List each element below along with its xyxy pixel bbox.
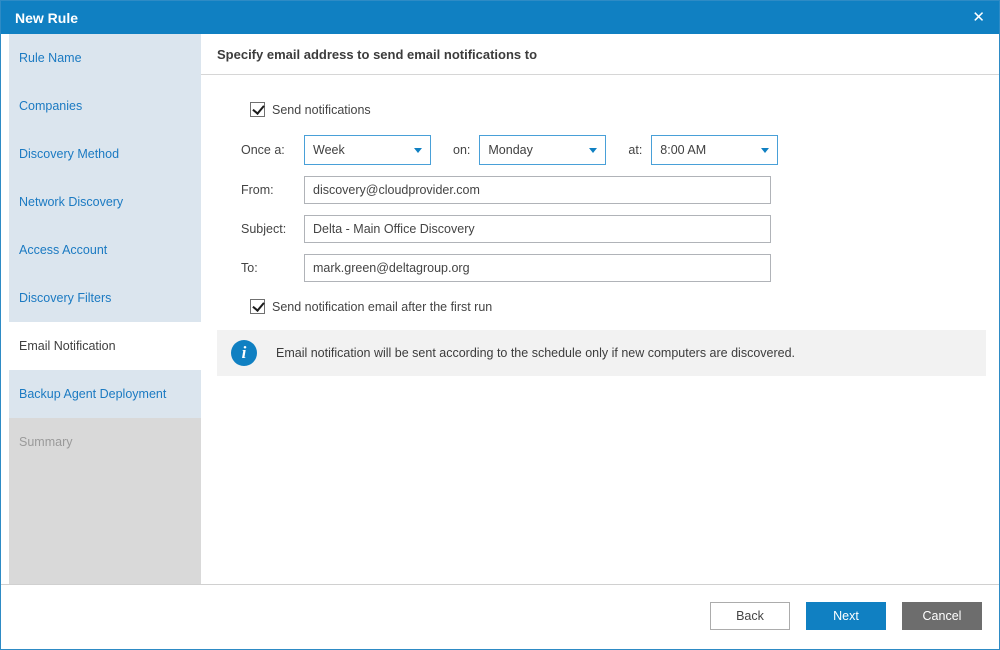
from-row: From: [241,176,983,204]
chevron-down-icon [414,148,422,153]
sidebar-item-rule-name[interactable]: Rule Name [9,34,201,82]
close-icon[interactable]: ✕ [972,10,985,25]
info-text: Email notification will be sent accordin… [276,346,795,360]
to-row: To: [241,254,983,282]
to-input[interactable] [304,254,771,282]
title-bar: New Rule ✕ [1,1,999,34]
time-value: 8:00 AM [660,143,761,157]
sidebar-item-discovery-method[interactable]: Discovery Method [9,130,201,178]
first-run-label: Send notification email after the first … [272,300,492,314]
sidebar-item-discovery-filters[interactable]: Discovery Filters [9,274,201,322]
chevron-down-icon [761,148,769,153]
on-label: on: [453,143,470,157]
subject-row: Subject: [241,215,983,243]
period-value: Week [313,143,414,157]
page-title: Specify email address to send email noti… [201,34,999,75]
main-panel: Specify email address to send email noti… [201,34,999,584]
subject-input[interactable] [304,215,771,243]
period-dropdown[interactable]: Week [304,135,431,165]
info-icon: i [231,340,257,366]
sidebar-item-network-discovery[interactable]: Network Discovery [9,178,201,226]
email-notification-form: Send notifications Once a: Week on: Mond… [201,75,999,376]
subject-label: Subject: [241,222,304,236]
sidebar-item-email-notification[interactable]: Email Notification [9,322,201,370]
sidebar-item-summary: Summary [9,418,201,466]
from-label: From: [241,183,304,197]
chevron-down-icon [589,148,597,153]
sidebar-item-backup-agent-deployment[interactable]: Backup Agent Deployment [9,370,201,418]
wizard-footer: Back Next Cancel [1,584,999,649]
sidebar-disabled-section: Summary [9,418,201,584]
at-label: at: [628,143,642,157]
from-input[interactable] [304,176,771,204]
sidebar-item-companies[interactable]: Companies [9,82,201,130]
send-notifications-label: Send notifications [272,103,371,117]
cancel-button[interactable]: Cancel [902,602,982,630]
window-title: New Rule [15,10,78,26]
send-notifications-row: Send notifications [250,102,983,117]
send-notifications-checkbox[interactable] [250,102,265,117]
sidebar-item-access-account[interactable]: Access Account [9,226,201,274]
to-label: To: [241,261,304,275]
first-run-checkbox[interactable] [250,299,265,314]
back-button[interactable]: Back [710,602,790,630]
once-a-label: Once a: [241,143,304,157]
next-button[interactable]: Next [806,602,886,630]
time-dropdown[interactable]: 8:00 AM [651,135,778,165]
day-dropdown[interactable]: Monday [479,135,606,165]
first-run-row: Send notification email after the first … [250,299,983,314]
schedule-row: Once a: Week on: Monday at: 8:00 AM [241,135,983,165]
info-banner: i Email notification will be sent accord… [217,330,986,376]
day-value: Monday [488,143,589,157]
new-rule-dialog: New Rule ✕ Rule Name Companies Discovery… [0,0,1000,650]
wizard-steps-sidebar: Rule Name Companies Discovery Method Net… [9,34,201,584]
